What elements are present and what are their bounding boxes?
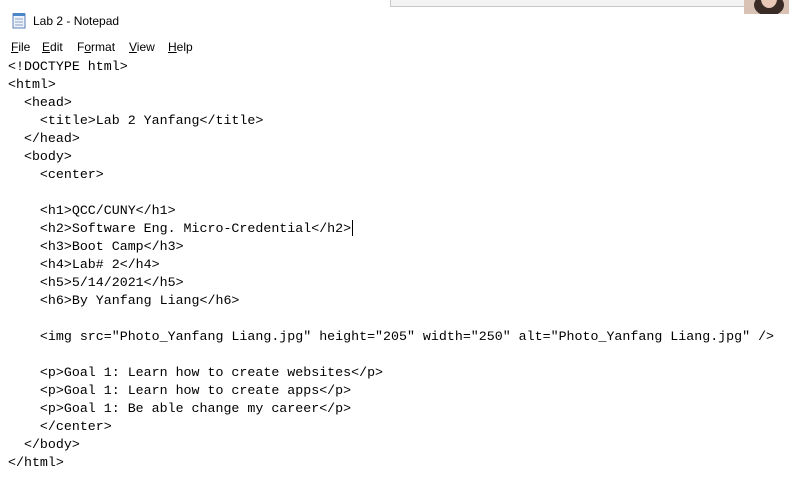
- title-bar[interactable]: Lab 2 - Notepad: [0, 0, 789, 39]
- code-line: <!DOCTYPE html>: [8, 59, 128, 74]
- code-line: <p>Goal 1: Be able change my career</p>: [8, 401, 352, 416]
- menu-file[interactable]: File: [11, 40, 30, 54]
- code-line: <body>: [8, 149, 72, 164]
- text-editor-area[interactable]: <!DOCTYPE html> <html> <head> <title>Lab…: [0, 58, 789, 487]
- code-line: <p>Goal 1: Learn how to create websites<…: [8, 365, 384, 380]
- code-line: </head>: [8, 131, 80, 146]
- user-avatar: [744, 0, 789, 14]
- code-line: <center>: [8, 167, 104, 182]
- notepad-icon: [12, 13, 26, 29]
- code-line: <h2>Software Eng. Micro-Credential</h2>: [8, 221, 352, 236]
- code-line: </html>: [8, 455, 64, 470]
- background-window-edge: [390, 0, 745, 7]
- code-line: <p>Goal 1: Learn how to create apps</p>: [8, 383, 352, 398]
- code-line: <h5>5/14/2021</h5>: [8, 275, 184, 290]
- code-line: <img src="Photo_Yanfang Liang.jpg" heigh…: [8, 329, 775, 344]
- code-line: <h1>QCC/CUNY</h1>: [8, 203, 176, 218]
- text-caret: [352, 220, 353, 236]
- menu-help[interactable]: Help: [168, 40, 193, 54]
- menu-format[interactable]: Format: [77, 40, 115, 54]
- window-title: Lab 2 - Notepad: [33, 14, 120, 28]
- menu-bar: File Edit Format View Help: [0, 38, 789, 58]
- menu-view[interactable]: View: [129, 40, 155, 54]
- code-line: <h3>Boot Camp</h3>: [8, 239, 184, 254]
- code-line: <html>: [8, 77, 56, 92]
- code-line: <head>: [8, 95, 72, 110]
- code-line: <h6>By Yanfang Liang</h6>: [8, 293, 240, 308]
- code-line: </body>: [8, 437, 80, 452]
- menu-edit[interactable]: Edit: [42, 40, 63, 54]
- notepad-window: Lab 2 - Notepad File Edit Format View He…: [0, 0, 789, 487]
- code-line: <h4>Lab# 2</h4>: [8, 257, 160, 272]
- code-line: <title>Lab 2 Yanfang</title>: [8, 113, 264, 128]
- code-line: </center>: [8, 419, 112, 434]
